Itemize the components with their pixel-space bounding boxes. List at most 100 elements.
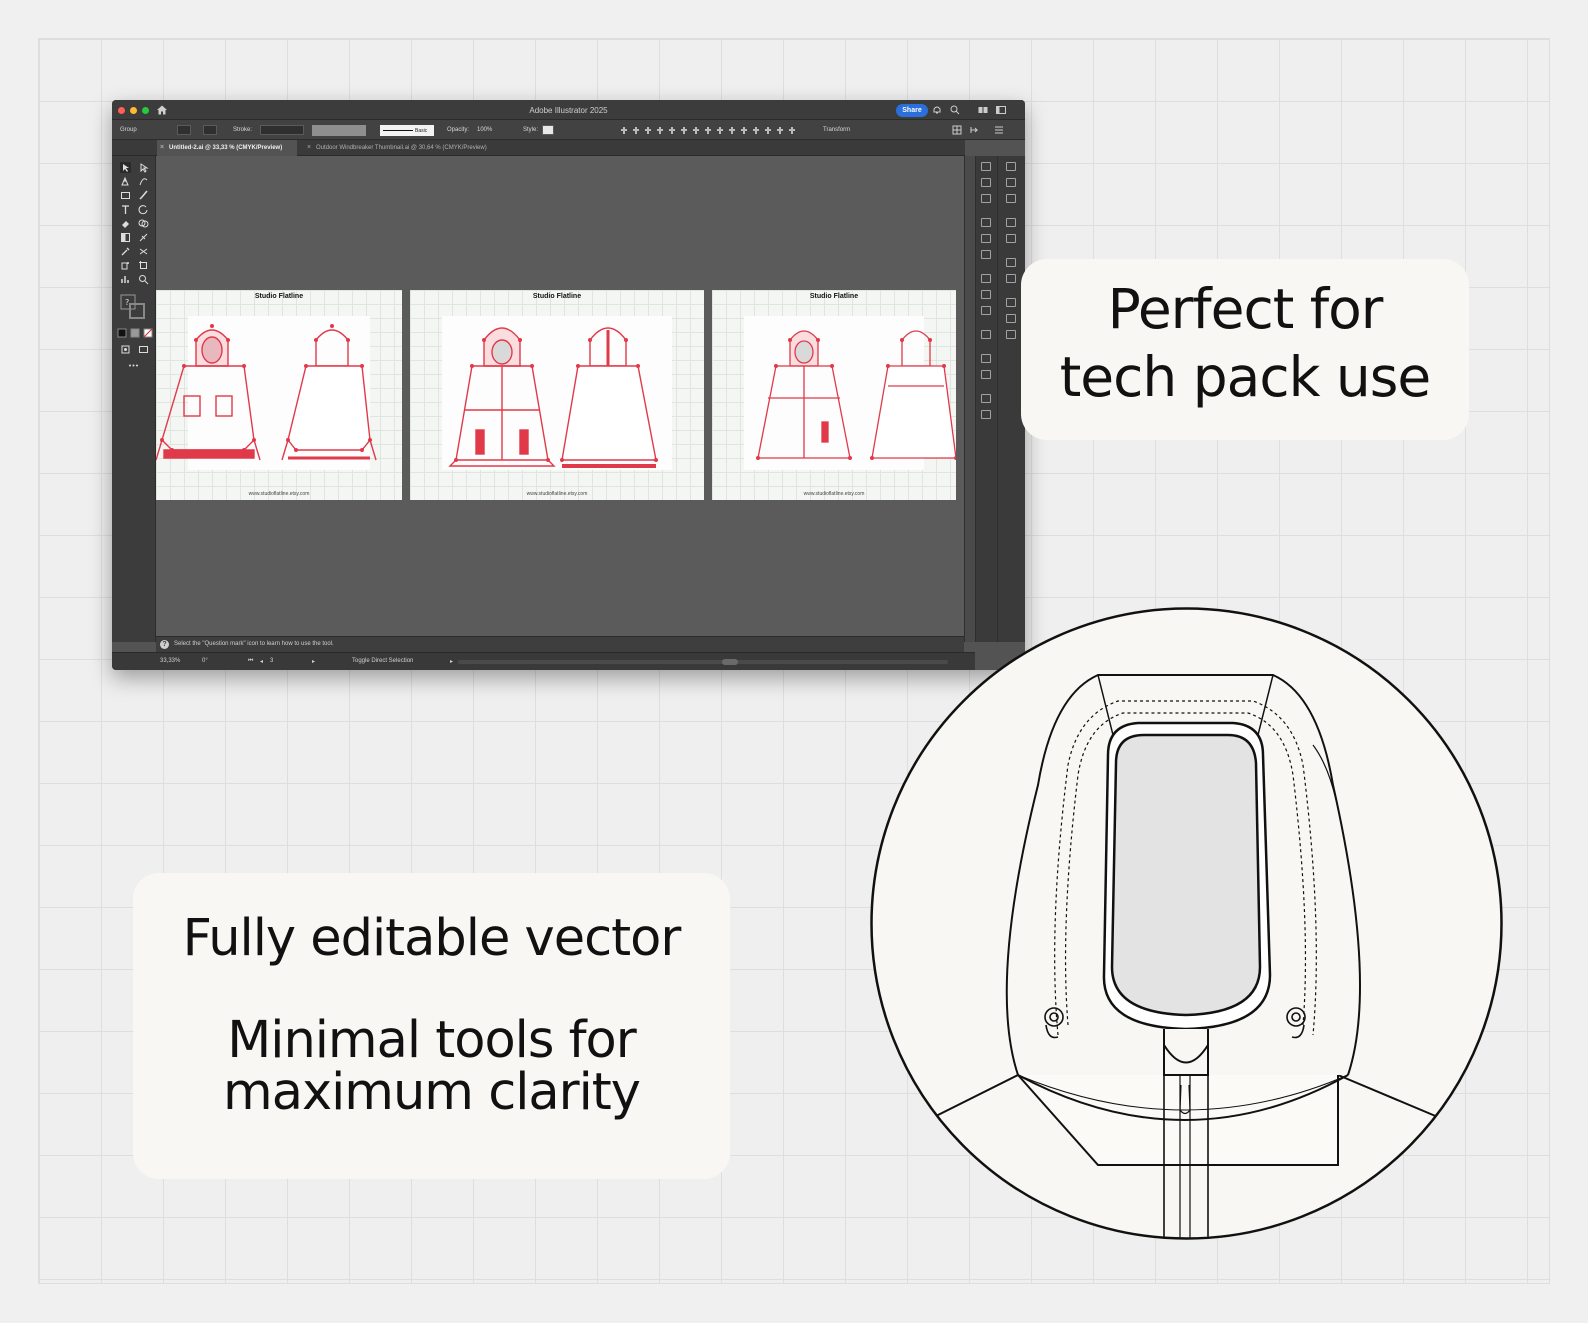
artboard-number-select[interactable]: 3: [270, 658, 273, 664]
distribute-spacing-icon[interactable]: [764, 125, 772, 134]
color-panel-icon[interactable]: [1006, 162, 1016, 171]
canvas[interactable]: Studio Flatline www.studioflatline.etsy.…: [156, 156, 964, 636]
paintbrush-tool-icon[interactable]: [138, 190, 149, 201]
transform-panel-icon[interactable]: [981, 370, 991, 379]
artboard-1[interactable]: Studio Flatline www.studioflatline.etsy.…: [156, 290, 402, 500]
distribute-hcenter-icon[interactable]: [740, 125, 748, 134]
align-left-icon[interactable]: [620, 125, 628, 134]
distribute-center-icon[interactable]: [704, 125, 712, 134]
brushes-panel-icon[interactable]: [981, 354, 991, 363]
libraries-panel-icon[interactable]: [981, 194, 991, 203]
close-icon[interactable]: ×: [160, 140, 164, 156]
distribute-bottom-icon[interactable]: [716, 125, 724, 134]
blend-tool-icon[interactable]: [138, 246, 149, 257]
direct-selection-tool-icon[interactable]: [138, 162, 149, 173]
pathfinder-panel-icon[interactable]: [1006, 274, 1016, 283]
symbol-sprayer-tool-icon[interactable]: [120, 260, 131, 271]
share-button[interactable]: Share: [896, 104, 928, 117]
layers-panel-icon[interactable]: [981, 178, 991, 187]
asset-export-panel-icon[interactable]: [981, 234, 991, 243]
vertical-scrollbar[interactable]: [964, 156, 975, 642]
tab-outdoor-windbreaker[interactable]: × Outdoor Windbreaker Thumbnail.ai @ 30,…: [304, 140, 524, 156]
fill-stroke-swatches[interactable]: ?: [120, 294, 146, 320]
distribute-left-icon[interactable]: [728, 125, 736, 134]
pin-icon[interactable]: [969, 125, 979, 135]
eyedropper-tool-icon[interactable]: [120, 246, 131, 257]
selection-tool-icon[interactable]: [120, 162, 131, 173]
recolor-icon[interactable]: [788, 125, 796, 134]
image-trace-panel-icon[interactable]: [1006, 258, 1016, 267]
jacket-flat-sketch-1[interactable]: [156, 310, 402, 480]
curvature-tool-icon[interactable]: [138, 176, 149, 187]
artboard-2[interactable]: Studio Flatline www.studioflatline.etsy.…: [410, 290, 704, 500]
distribute-top-icon[interactable]: [692, 125, 700, 134]
stroke-swatch[interactable]: [203, 125, 217, 135]
actions-panel-icon[interactable]: [981, 330, 991, 339]
artboard-tool-icon[interactable]: [138, 260, 149, 271]
artboards-panel-icon[interactable]: [981, 218, 991, 227]
arrange-documents-icon[interactable]: [996, 105, 1006, 115]
rotate-tool-icon[interactable]: [138, 204, 149, 215]
color-mode-buttons[interactable]: [117, 328, 153, 338]
stroke-weight-input[interactable]: [260, 125, 304, 135]
fill-swatch[interactable]: [177, 125, 191, 135]
gradient-tool-icon[interactable]: [120, 232, 131, 243]
grid-snap-icon[interactable]: [952, 125, 962, 135]
edit-toolbar-icon[interactable]: [128, 360, 139, 371]
first-artboard-icon[interactable]: ⏮: [248, 658, 253, 665]
links-panel-icon[interactable]: [981, 250, 991, 259]
graphic-style-swatch[interactable]: [542, 125, 554, 135]
distribute-right-icon[interactable]: [752, 125, 760, 134]
status-mode-select[interactable]: Toggle Direct Selection: [352, 658, 413, 664]
transparency-panel-icon[interactable]: [1006, 314, 1016, 323]
align-right-icon[interactable]: [644, 125, 652, 134]
notification-icon[interactable]: [932, 105, 942, 115]
eraser-tool-icon[interactable]: [120, 218, 131, 229]
close-icon[interactable]: ×: [307, 140, 311, 156]
align-center-icon[interactable]: [632, 125, 640, 134]
rectangle-tool-icon[interactable]: [120, 190, 131, 201]
column-graph-tool-icon[interactable]: [120, 274, 131, 285]
jacket-flat-sketch-3[interactable]: [712, 310, 956, 480]
draw-mode-icon[interactable]: [120, 344, 131, 355]
rotation-select[interactable]: 0°: [202, 658, 208, 664]
status-menu-icon[interactable]: ▸: [450, 658, 453, 665]
type-tool-icon[interactable]: [120, 204, 131, 215]
previous-artboard-icon[interactable]: ◂: [260, 658, 263, 665]
transform-label[interactable]: Transform: [823, 127, 850, 133]
symbols-panel-icon[interactable]: [981, 410, 991, 419]
properties-panel-icon[interactable]: [981, 162, 991, 171]
pen-tool-icon[interactable]: [120, 176, 131, 187]
artboard-3[interactable]: Studio Flatline www.studioflatline.etsy.…: [712, 290, 956, 500]
opacity-value[interactable]: 100%: [477, 127, 492, 133]
align-panel-icon[interactable]: [1006, 330, 1016, 339]
width-tool-icon[interactable]: [138, 232, 149, 243]
align-to-icon[interactable]: [776, 125, 784, 134]
workspace-icon[interactable]: [978, 105, 988, 115]
question-mark-icon[interactable]: ?: [160, 640, 169, 649]
glyphs-panel-icon[interactable]: [981, 394, 991, 403]
next-artboard-icon[interactable]: ▸: [312, 658, 315, 665]
tab-untitled-2[interactable]: × Untitled-2.ai @ 33,33 % (CMYK/Preview): [157, 140, 297, 156]
paragraph-panel-icon[interactable]: [981, 290, 991, 299]
jacket-flat-sketch-2[interactable]: [410, 310, 704, 480]
screen-mode-icon[interactable]: [138, 344, 149, 355]
align-top-icon[interactable]: [656, 125, 664, 134]
zoom-tool-icon[interactable]: [138, 274, 149, 285]
swatches-panel-icon[interactable]: [1006, 194, 1016, 203]
variable-width-profile[interactable]: [312, 125, 366, 136]
opentype-panel-icon[interactable]: [981, 306, 991, 315]
shape-builder-tool-icon[interactable]: [138, 218, 149, 229]
search-icon[interactable]: [950, 105, 960, 115]
character-panel-icon[interactable]: [981, 274, 991, 283]
scrollbar-thumb[interactable]: [722, 659, 738, 665]
gradient-panel-icon[interactable]: [1006, 218, 1016, 227]
panel-menu-icon[interactable]: [994, 125, 1004, 135]
align-middle-icon[interactable]: [668, 125, 676, 134]
align-bottom-icon[interactable]: [680, 125, 688, 134]
status-hint: Select the "Question mark" icon to learn…: [174, 641, 334, 647]
stroke-panel-icon[interactable]: [1006, 234, 1016, 243]
appearance-panel-icon[interactable]: [1006, 178, 1016, 187]
zoom-level-select[interactable]: 33,33%: [160, 658, 180, 664]
graphic-styles-panel-icon[interactable]: [1006, 298, 1016, 307]
